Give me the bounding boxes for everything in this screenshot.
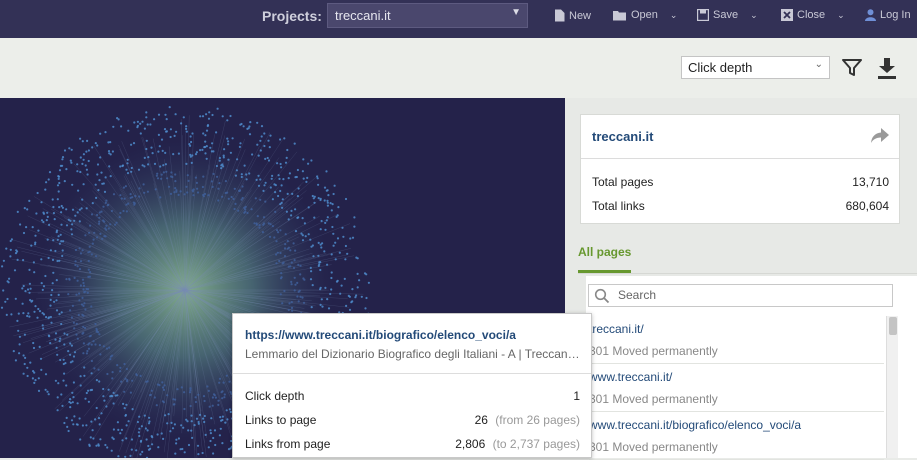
new-button-label: New	[569, 10, 591, 22]
folder-icon	[613, 10, 627, 21]
chevron-down-icon: ▼	[511, 7, 521, 18]
close-button[interactable]: Close ⌄	[781, 9, 845, 21]
links-from-sub: (to 2,737 pages)	[493, 437, 580, 451]
search-input[interactable]	[618, 288, 878, 302]
node-tooltip: https://www.treccani.it/biografico/elenc…	[232, 313, 592, 458]
total-links-value: 680,604	[846, 199, 889, 213]
list-item[interactable]: www.treccani.it/biografico/elenco_voci/a…	[589, 412, 884, 460]
total-links-label: Total links	[592, 199, 645, 213]
page-status: 301 Moved permanently	[589, 344, 718, 358]
open-button-label: Open	[631, 9, 658, 21]
page-status: 301 Moved permanently	[589, 392, 718, 406]
search-icon	[594, 288, 610, 304]
site-name[interactable]: treccani.it	[592, 129, 653, 144]
divider	[578, 273, 917, 274]
total-pages-row: Total pages 13,710	[592, 175, 889, 189]
total-pages-label: Total pages	[592, 175, 653, 189]
share-icon[interactable]	[870, 127, 890, 145]
project-select-value: treccani.it	[335, 8, 391, 23]
page-url[interactable]: www.treccani.it/	[589, 370, 672, 384]
divider	[581, 158, 899, 159]
view-mode-value: Click depth	[688, 60, 752, 75]
top-navigation-bar: Projects: treccani.it ▼ New Open ⌄ Save …	[0, 0, 917, 38]
page-url[interactable]: treccani.it/	[589, 322, 644, 336]
tab-all-pages[interactable]: All pages	[578, 245, 631, 259]
login-button-label: Log In	[880, 9, 911, 21]
links-from-value: 2,806	[455, 437, 485, 451]
login-button[interactable]: Log In	[865, 9, 911, 21]
page-url[interactable]: www.treccani.it/biografico/elenco_voci/a	[589, 418, 801, 432]
click-depth-value: 1	[573, 389, 580, 403]
list-item[interactable]: treccani.it/ 301 Moved permanently	[589, 316, 884, 364]
chevron-down-icon[interactable]: ⌄	[750, 10, 758, 21]
new-file-icon	[554, 9, 565, 22]
save-button[interactable]: Save ⌄	[697, 9, 758, 21]
save-button-label: Save	[713, 9, 738, 21]
scrollbar-thumb[interactable]	[889, 317, 897, 335]
links-to-value: 26	[475, 413, 488, 427]
links-to-sub: (from 26 pages)	[495, 413, 580, 427]
close-icon	[781, 9, 793, 21]
links-to-label: Links to page	[245, 413, 316, 427]
chevron-down-icon[interactable]: ⌄	[670, 10, 678, 21]
chevron-down-icon[interactable]: ⌄	[837, 10, 845, 21]
site-summary-card: treccani.it Total pages 13,710 Total lin…	[580, 114, 900, 224]
view-mode-select[interactable]: Click depth ⌄	[681, 56, 830, 79]
search-box[interactable]	[588, 284, 893, 307]
filter-icon[interactable]	[841, 57, 863, 79]
tooltip-url[interactable]: https://www.treccani.it/biografico/elenc…	[245, 328, 516, 342]
total-links-row: Total links 680,604	[592, 199, 889, 213]
page-status: 301 Moved permanently	[589, 440, 718, 454]
links-from-label: Links from page	[245, 437, 330, 451]
scrollbar[interactable]	[886, 316, 898, 458]
close-button-label: Close	[797, 9, 825, 21]
new-button[interactable]: New	[554, 9, 591, 22]
tooltip-title: Lemmario del Dizionario Biografico degli…	[245, 347, 580, 361]
download-icon[interactable]	[876, 56, 898, 80]
projects-label: Projects:	[262, 8, 322, 24]
total-pages-value: 13,710	[852, 175, 889, 189]
chevron-down-icon: ⌄	[815, 59, 823, 70]
user-icon	[865, 9, 876, 21]
floppy-disk-icon	[697, 9, 709, 21]
list-item[interactable]: www.treccani.it/ 301 Moved permanently	[589, 364, 884, 412]
click-depth-label: Click depth	[245, 389, 304, 403]
project-select[interactable]: treccani.it ▼	[327, 3, 528, 28]
divider	[233, 373, 591, 374]
open-button[interactable]: Open ⌄	[613, 9, 677, 21]
